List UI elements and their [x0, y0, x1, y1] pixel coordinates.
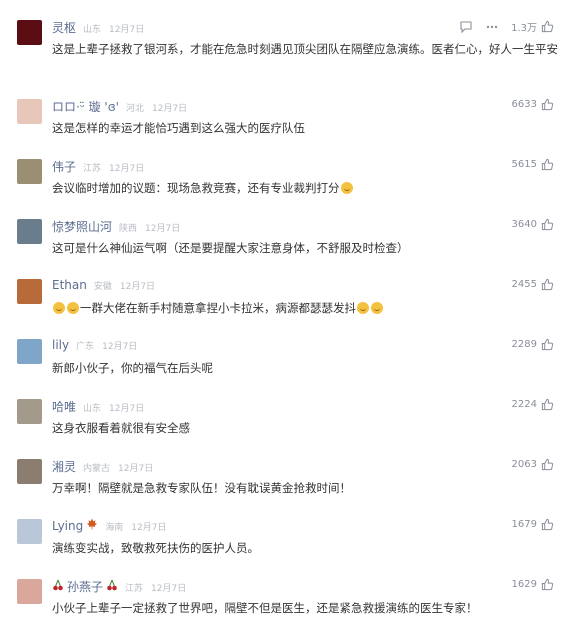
cherry-badge: [107, 579, 117, 591]
user-name[interactable]: 孙燕子: [67, 578, 103, 595]
like-count: 5615: [511, 159, 537, 170]
comment-date: 12月7日: [131, 523, 167, 533]
user-name[interactable]: ロロ·ᵕ̈ 璇 'ɞ': [52, 98, 119, 115]
user-name[interactable]: 灵枢: [52, 19, 76, 36]
avatar[interactable]: [17, 219, 42, 244]
comment-icon[interactable]: [459, 20, 473, 34]
grin-emoji: [371, 302, 383, 314]
avatar[interactable]: [17, 459, 42, 484]
avatar[interactable]: [17, 20, 42, 45]
comment-text: 这身衣服看着就很有安全感: [52, 421, 190, 435]
comment-text-body: 一群大佬在新手村随意拿捏小卡拉米，病源都瑟瑟发抖: [80, 301, 356, 315]
comment-date: 12月7日: [119, 282, 156, 292]
avatar[interactable]: [17, 579, 42, 604]
user-location: 广东: [76, 342, 95, 352]
avatar[interactable]: [17, 339, 42, 364]
thumb-up-icon[interactable]: [541, 458, 554, 471]
thumb-up-icon[interactable]: [541, 98, 554, 111]
avatar[interactable]: [17, 99, 42, 124]
thumb-up-icon[interactable]: [541, 20, 554, 33]
user-location: 江苏: [125, 584, 144, 594]
user-location: 山东: [83, 404, 102, 414]
comment-date: 12月7日: [152, 104, 188, 114]
grin-emoji: [357, 302, 369, 314]
like-count: 1679: [511, 519, 537, 530]
like-count: 6633: [511, 99, 537, 110]
user-name[interactable]: Ethan: [52, 278, 87, 292]
thumb-up-icon[interactable]: [541, 398, 554, 411]
more-icon[interactable]: [485, 20, 499, 34]
comment-date: 12月7日: [109, 25, 145, 35]
user-location: 山东: [83, 25, 102, 35]
comment-date: 12月7日: [102, 342, 138, 352]
user-name[interactable]: 湘灵: [52, 458, 76, 475]
thumb-up-icon[interactable]: [541, 338, 554, 351]
comment-text: 新郎小伙子，你的福气在后头呢: [52, 361, 213, 375]
comment-text: 会议临时增加的议题：现场急救竞赛，还有专业裁判打分: [52, 178, 562, 198]
user-name[interactable]: 惊梦照山河: [52, 218, 112, 235]
avatar[interactable]: [17, 159, 42, 184]
thumb-up-icon[interactable]: [541, 158, 554, 171]
comment-text: 一群大佬在新手村随意拿捏小卡拉米，病源都瑟瑟发抖: [52, 298, 562, 318]
maple-leaf-badge: [87, 518, 98, 530]
user-name[interactable]: 伟子: [52, 158, 76, 175]
comment-date: 12月7日: [151, 584, 187, 594]
user-name[interactable]: lily: [52, 338, 69, 352]
like-count: 2063: [511, 459, 537, 470]
comment-text: 这是上辈子拯救了银河系，才能在危急时刻遇见顶尖团队在隔壁应急演练。医者仁心，好人…: [52, 42, 558, 56]
cherry-badge: [53, 579, 63, 591]
user-name[interactable]: Lying: [52, 519, 83, 533]
grin-emoji: [340, 182, 353, 194]
thumb-up-icon[interactable]: [541, 218, 554, 231]
like-count: 2224: [511, 399, 537, 410]
user-location: 海南: [105, 523, 124, 533]
comment-text: 小伙子上辈子一定拯救了世界吧，隔壁不但是医生，还是紧急救援演练的医生专家！: [52, 601, 478, 615]
like-count: 3640: [511, 219, 537, 230]
comment-date: 12月7日: [109, 164, 145, 174]
grin-emoji: [53, 302, 65, 314]
comment-text: 万幸啊！隔壁就是急救专家队伍！没有耽误黄金抢救时间！: [52, 481, 351, 495]
thumb-up-icon[interactable]: [541, 578, 554, 591]
user-location: 内蒙古: [83, 464, 111, 474]
comment-text: 这可是什么神仙运气啊（还是要提醒大家注意身体，不舒服及时检查）: [52, 241, 409, 255]
comment-text: 演练变实战，致敬救死扶伤的医护人员。: [52, 541, 259, 555]
like-count: 2455: [511, 279, 537, 290]
like-count: 1.3万: [511, 23, 537, 34]
avatar[interactable]: [17, 399, 42, 424]
comment-date: 12月7日: [109, 404, 145, 414]
avatar[interactable]: [17, 519, 42, 544]
comment-date: 12月7日: [145, 224, 181, 234]
user-name[interactable]: 哈唯: [52, 398, 76, 415]
user-location: 江苏: [83, 164, 102, 174]
comment-list: 灵枢 山东 12月7日 1.3万 这是上辈子拯救了银河系，才能在危急时刻遇见顶尖…: [0, 0, 574, 624]
comment-text-body: 会议临时增加的议题：现场急救竞赛，还有专业裁判打分: [52, 181, 340, 195]
user-location: 陕西: [119, 224, 138, 234]
thumb-up-icon[interactable]: [541, 518, 554, 531]
grin-emoji: [67, 302, 79, 314]
like-count: 2289: [511, 339, 537, 350]
comment-date: 12月7日: [118, 464, 154, 474]
thumb-up-icon[interactable]: [541, 278, 554, 291]
like-count: 1629: [511, 579, 537, 590]
avatar[interactable]: [17, 279, 42, 304]
comment-text: 这是怎样的幸运才能恰巧遇到这么强大的医疗队伍: [52, 121, 305, 135]
user-location: 安徽: [93, 282, 112, 292]
user-location: 河北: [125, 104, 144, 114]
